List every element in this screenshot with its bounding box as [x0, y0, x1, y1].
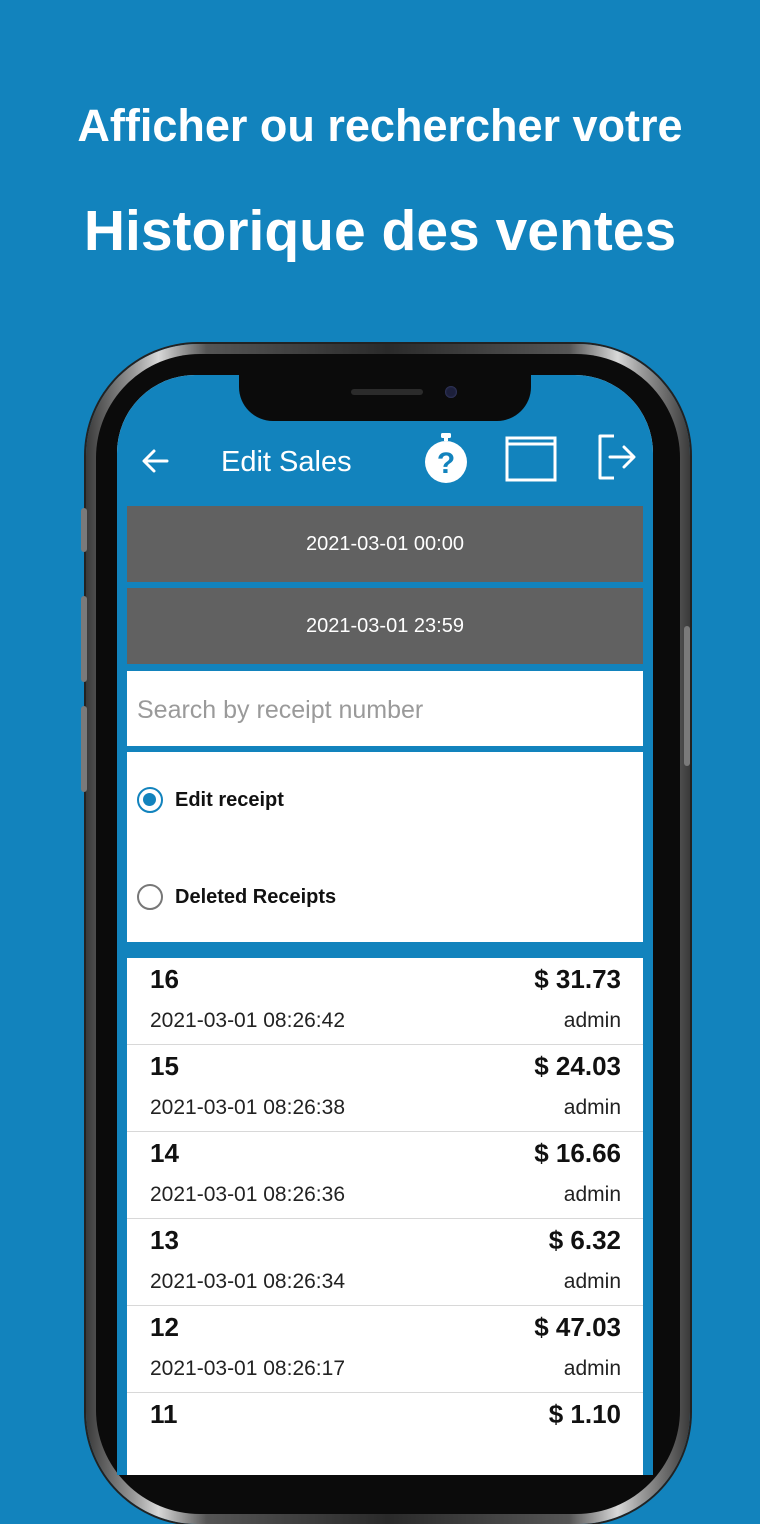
end-datetime-button[interactable]: 2021-03-01 23:59 [127, 588, 643, 664]
receipt-number: 16 [150, 964, 179, 994]
radio-label: Deleted Receipts [175, 885, 337, 908]
receipt-number: 15 [150, 1051, 179, 1081]
receipt-number: 14 [150, 1138, 179, 1168]
receipt-datetime: 2021-03-01 08:26:17 [150, 1357, 345, 1380]
receipt-amount: $ 16.66 [534, 1138, 621, 1168]
start-datetime-button[interactable]: 2021-03-01 00:00 [127, 506, 643, 582]
receipt-datetime: 2021-03-01 08:26:42 [150, 1009, 345, 1032]
speaker-grille [351, 389, 423, 395]
receipt-row[interactable]: 16 $ 31.73 2021-03-01 08:26:42 admin [127, 958, 643, 1045]
receipt-datetime: 2021-03-01 08:26:36 [150, 1183, 345, 1206]
receipt-datetime: 2021-03-01 08:26:38 [150, 1096, 345, 1119]
front-camera [445, 386, 457, 398]
receipt-search-input[interactable] [135, 689, 629, 731]
receipt-list: 16 $ 31.73 2021-03-01 08:26:42 admin 15 … [127, 958, 643, 1475]
phone-side-button-power [684, 626, 690, 766]
page-title: Edit Sales [221, 446, 352, 478]
search-box [127, 671, 643, 749]
receipt-row[interactable]: 11 $ 1.10 [127, 1393, 643, 1475]
receipt-amount: $ 47.03 [534, 1312, 621, 1342]
radio-button-selected[interactable] [137, 787, 163, 813]
receipt-number: 12 [150, 1312, 179, 1342]
receipt-user: admin [563, 1270, 621, 1293]
end-datetime-label: 2021-03-01 23:59 [306, 614, 464, 637]
headline-line-1: Afficher ou rechercher votre [77, 100, 683, 151]
radio-option-edit-receipt[interactable]: Edit receipt [137, 784, 284, 816]
phone-screen: Edit Sales ? 2021-03-01 00:00 2021-03-01… [117, 375, 653, 1475]
radio-button[interactable] [137, 884, 163, 910]
receipt-mode-panel: Edit receipt Deleted Receipts [127, 752, 643, 942]
window-icon[interactable] [505, 435, 557, 483]
receipt-row[interactable]: 12 $ 47.03 2021-03-01 08:26:17 admin [127, 1306, 643, 1393]
receipt-user: admin [563, 1009, 621, 1032]
start-datetime-label: 2021-03-01 00:00 [306, 532, 464, 555]
receipt-amount: $ 6.32 [548, 1225, 621, 1255]
receipt-amount: $ 31.73 [534, 964, 621, 994]
help-icon[interactable]: ? [423, 431, 469, 485]
logout-icon[interactable] [597, 433, 637, 481]
receipt-user: admin [563, 1183, 621, 1206]
receipt-row[interactable]: 15 $ 24.03 2021-03-01 08:26:38 admin [127, 1045, 643, 1132]
phone-side-button-mute [81, 508, 87, 552]
receipt-row[interactable]: 13 $ 6.32 2021-03-01 08:26:34 admin [127, 1219, 643, 1306]
receipt-user: admin [563, 1357, 621, 1380]
screen-content: 2021-03-01 00:00 2021-03-01 23:59 Edit r… [117, 506, 653, 1475]
svg-text:?: ? [437, 447, 455, 480]
radio-option-deleted-receipts[interactable]: Deleted Receipts [137, 881, 336, 913]
radio-label: Edit receipt [175, 788, 284, 811]
receipt-amount: $ 1.10 [548, 1399, 621, 1429]
receipt-number: 13 [150, 1225, 179, 1255]
receipt-row[interactable]: 14 $ 16.66 2021-03-01 08:26:36 admin [127, 1132, 643, 1219]
receipt-amount: $ 24.03 [534, 1051, 621, 1081]
receipt-datetime: 2021-03-01 08:26:34 [150, 1270, 345, 1293]
headline-line-2: Historique des ventes [83, 199, 677, 263]
phone-side-button-volume-up [81, 596, 87, 682]
phone-side-button-volume-down [81, 706, 87, 792]
phone-notch [239, 375, 531, 421]
receipt-user: admin [563, 1096, 621, 1119]
back-arrow-icon[interactable] [139, 445, 171, 477]
receipt-number: 11 [150, 1399, 178, 1429]
